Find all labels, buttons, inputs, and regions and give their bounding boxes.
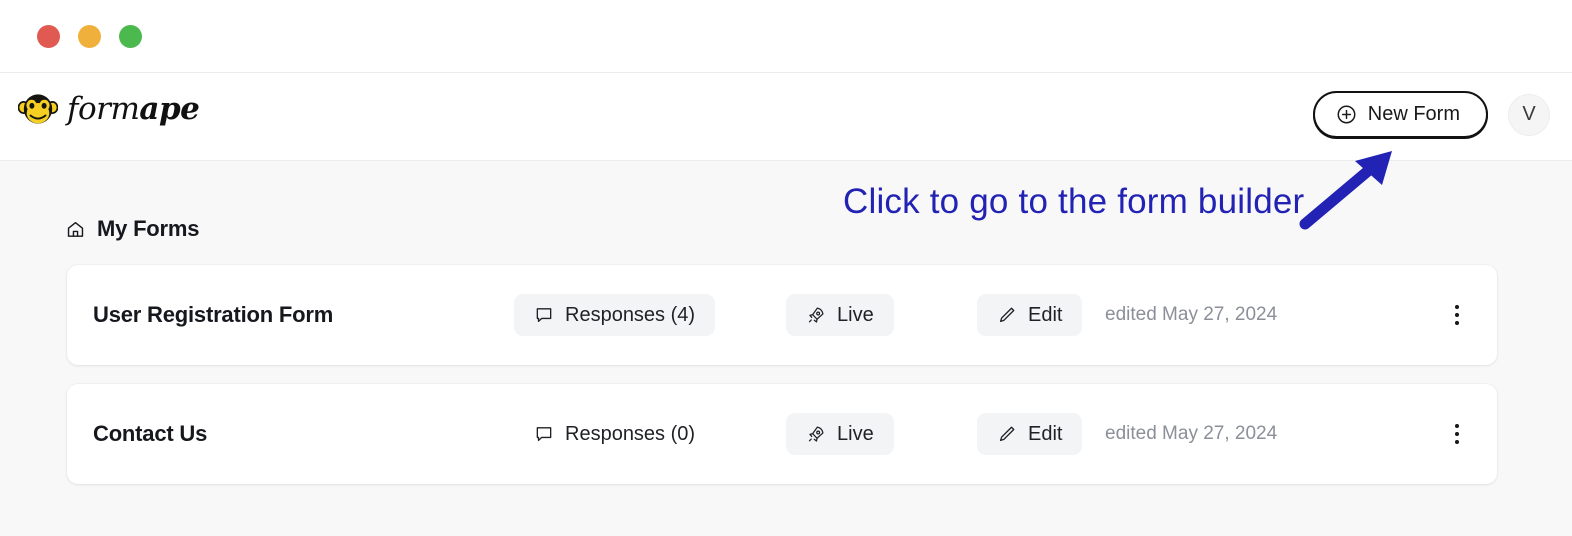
kebab-menu-icon[interactable] (1445, 419, 1469, 449)
pencil-icon (997, 305, 1017, 325)
responses-button[interactable]: Responses (4) (514, 294, 716, 336)
new-form-button[interactable]: New Form (1312, 91, 1488, 138)
live-button[interactable]: Live (786, 413, 894, 455)
edited-timestamp: edited May 27, 2024 (1105, 304, 1278, 325)
edit-button[interactable]: Edit (977, 294, 1083, 336)
live-label: Live (837, 422, 874, 445)
main-content: My Forms User Registration Form Response… (0, 161, 1572, 536)
message-square-icon (534, 305, 554, 325)
brand-logo[interactable]: formape (18, 89, 200, 129)
responses-button[interactable]: Responses (0) (514, 413, 715, 455)
form-title: Contact Us (93, 421, 208, 446)
live-label: Live (837, 303, 874, 326)
responses-label: Responses (4) (565, 303, 696, 326)
minimize-window-button[interactable] (78, 25, 101, 48)
forms-list: User Registration Form Responses (4) Liv… (67, 265, 1497, 484)
edit-label: Edit (1028, 303, 1063, 326)
app-window: formape New Form V My Forms User Registr… (0, 0, 1572, 536)
page-title: My Forms (97, 216, 200, 241)
form-card[interactable]: User Registration Form Responses (4) Liv… (67, 265, 1497, 365)
new-form-button-label: New Form (1367, 103, 1460, 125)
window-titlebar (0, 0, 1572, 73)
pencil-icon (997, 424, 1017, 444)
form-title: User Registration Form (93, 302, 334, 327)
responses-label: Responses (0) (565, 422, 696, 445)
edited-timestamp: edited May 27, 2024 (1105, 423, 1278, 444)
wordmark-form: form (67, 90, 140, 127)
maximize-window-button[interactable] (119, 25, 142, 48)
form-card[interactable]: Contact Us Responses (0) Live Edit edite… (67, 384, 1497, 484)
rocket-icon (806, 424, 826, 444)
rocket-icon (806, 305, 826, 325)
user-avatar[interactable]: V (1508, 93, 1550, 136)
home-icon (66, 220, 85, 239)
message-square-icon (534, 424, 554, 444)
plus-circle-icon (1336, 104, 1357, 125)
edit-button[interactable]: Edit (977, 413, 1083, 455)
header-actions: New Form V (1312, 91, 1550, 138)
breadcrumb: My Forms (66, 216, 200, 242)
live-button[interactable]: Live (786, 294, 894, 336)
app-header: formape New Form V (0, 73, 1572, 161)
close-window-button[interactable] (37, 25, 60, 48)
edit-label: Edit (1028, 422, 1063, 445)
avatar-initial: V (1522, 103, 1536, 125)
brand-wordmark: formape (67, 90, 200, 127)
kebab-menu-icon[interactable] (1445, 300, 1469, 330)
wordmark-ape: ape (139, 90, 200, 127)
monkey-face-icon (18, 89, 58, 129)
traffic-light-controls (37, 25, 142, 48)
